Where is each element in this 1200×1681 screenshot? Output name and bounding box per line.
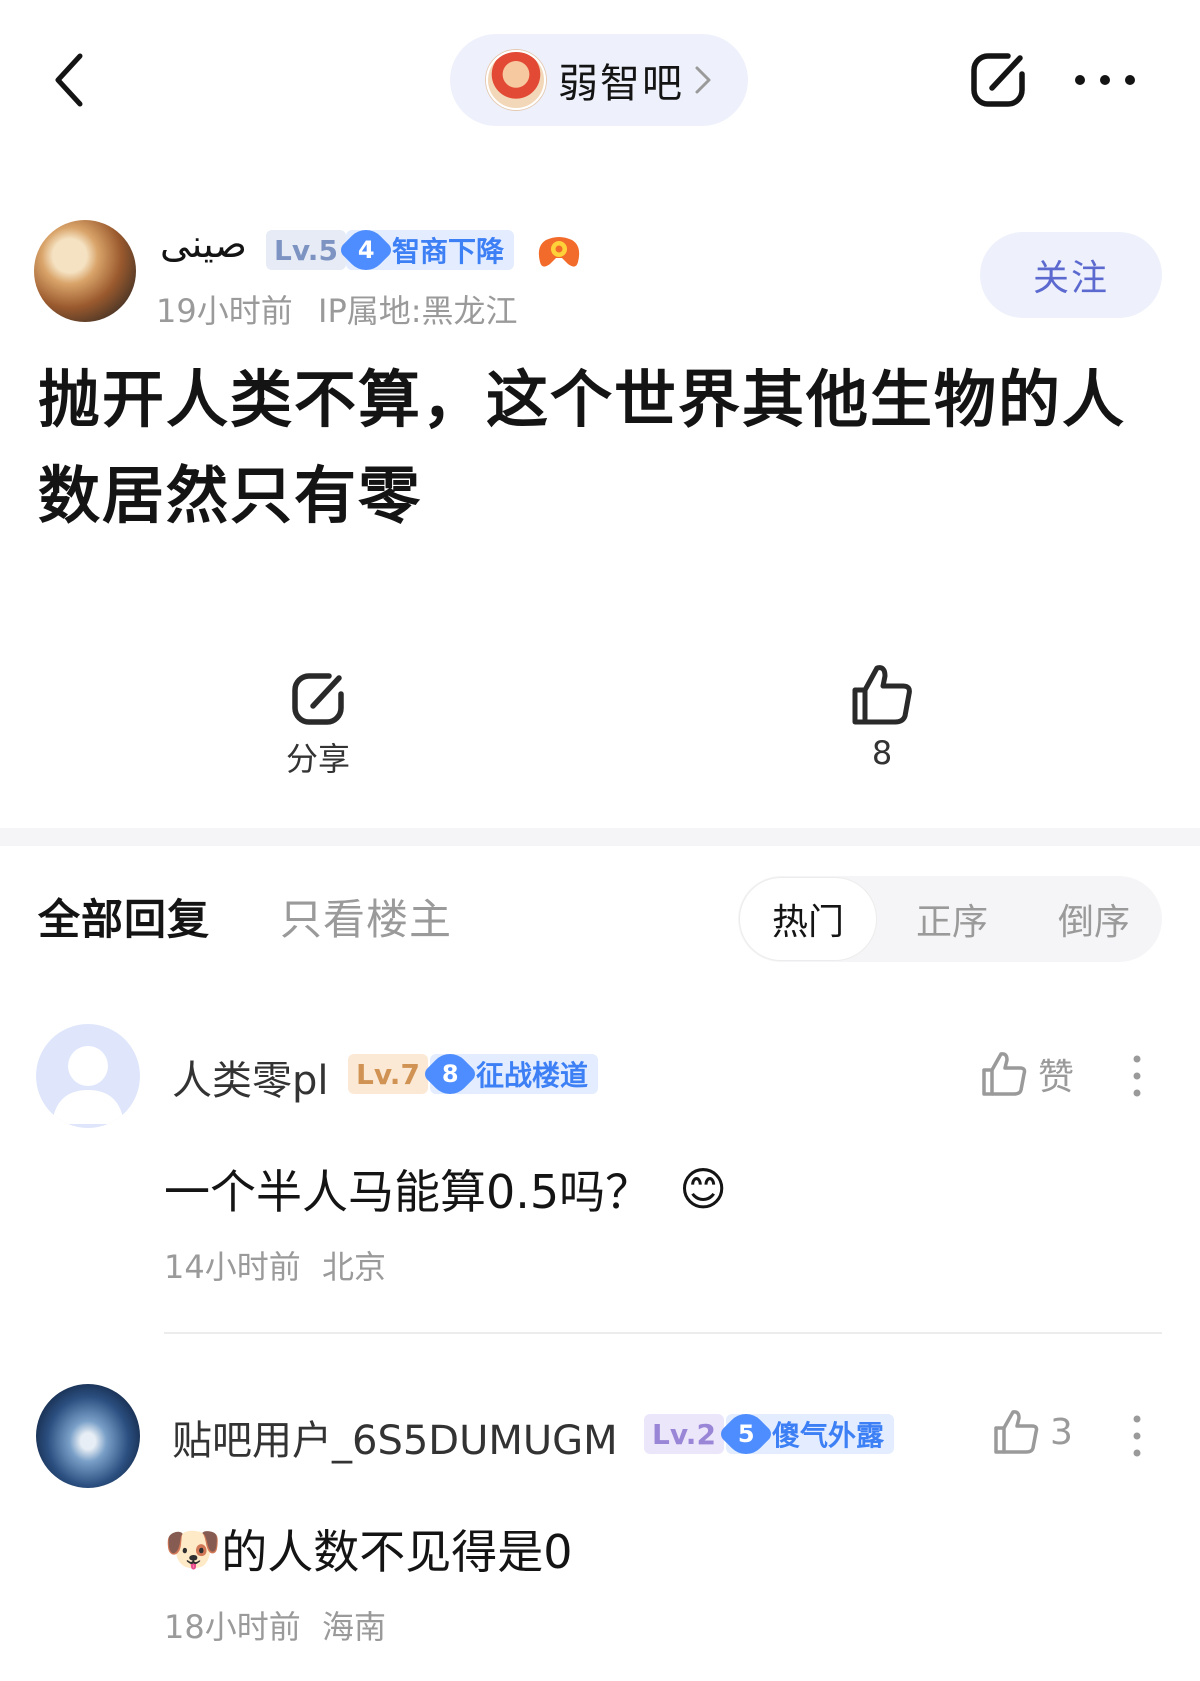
share-button[interactable] <box>968 50 1028 110</box>
more-button[interactable] <box>1072 70 1138 90</box>
thumbs-up-icon <box>982 1052 1027 1096</box>
tab-op-only[interactable]: 只看楼主 <box>280 886 452 947</box>
tab-all-replies[interactable]: 全部回复 <box>38 886 210 947</box>
comment-text: 一个半人马能算0.5吗？ <box>164 1165 652 1219</box>
author-name[interactable]: صينى <box>160 222 247 266</box>
comment-location: 北京 <box>322 1248 387 1286</box>
comment-item <box>36 1024 140 1128</box>
sort-asc[interactable]: 正序 <box>884 878 1020 960</box>
smile-emoji-icon: 😊 <box>679 1162 728 1216</box>
comment-content: 一个半人马能算0.5吗？ 😊 <box>164 1156 727 1222</box>
comment-like-button[interactable]: 赞 <box>980 1048 1074 1100</box>
comment-more-button[interactable] <box>1132 1054 1142 1102</box>
comment-like-button[interactable]: 3 <box>992 1408 1073 1456</box>
game-badge-icon <box>536 232 582 272</box>
like-text: 赞 <box>1038 1057 1075 1098</box>
kebab-icon <box>1133 1415 1141 1457</box>
comment-text: 的人数不见得是0 <box>221 1525 573 1579</box>
more-icon <box>1075 75 1135 85</box>
thumbs-up-icon <box>994 1410 1039 1454</box>
sort-hot[interactable]: 热门 <box>740 878 876 960</box>
share-icon <box>292 673 344 725</box>
thumbs-up-icon <box>852 665 912 725</box>
kebab-icon <box>1133 1055 1141 1097</box>
author-avatar[interactable] <box>34 220 136 322</box>
rank-badge: 4 智商下降 <box>337 221 515 279</box>
comment-time: 14小时前 <box>164 1248 301 1286</box>
dog-emoji-icon: 🐶 <box>164 1521 222 1576</box>
back-icon <box>55 53 83 107</box>
back-button[interactable] <box>48 48 96 112</box>
post-time: 19小时前 <box>156 292 293 330</box>
sort-desc[interactable]: 倒序 <box>1026 878 1162 960</box>
rank-badge: 5 傻气外露 <box>717 1405 895 1463</box>
share-label: 分享 <box>285 740 350 778</box>
like-count: 8 <box>871 734 893 772</box>
rank-title: 傻气外露 <box>772 1419 885 1452</box>
section-divider <box>0 828 1200 846</box>
commenter-name[interactable]: 人类零pl <box>172 1048 329 1106</box>
post-ip: IP属地:黑龙江 <box>318 292 518 330</box>
default-avatar-icon <box>52 1046 124 1124</box>
follow-button[interactable]: 关注 <box>980 232 1162 318</box>
commenter-name[interactable]: 贴吧用户_6S5DUMUGM <box>172 1408 618 1466</box>
rank-title: 智商下降 <box>392 235 505 268</box>
comment-divider <box>164 1332 1162 1334</box>
post-title: 抛开人类不算，这个世界其他生物的人数居然只有零 <box>38 363 1127 532</box>
forum-name: 弱智吧 <box>558 61 684 107</box>
share-icon <box>971 53 1025 107</box>
rank-number: 8 <box>421 1045 479 1103</box>
post-share-action[interactable]: 分享 <box>258 668 378 780</box>
comment-time: 18小时前 <box>164 1608 301 1646</box>
comment-more-button[interactable] <box>1132 1414 1142 1462</box>
chevron-right-icon <box>695 66 711 94</box>
forum-pill[interactable]: 弱智吧 <box>450 34 748 126</box>
forum-avatar <box>486 50 546 110</box>
rank-number: 5 <box>717 1405 775 1463</box>
level-badge: Lv.2 <box>644 1414 724 1454</box>
comment-content: 🐶 的人数不见得是0 <box>164 1516 573 1582</box>
commenter-avatar[interactable] <box>36 1024 140 1128</box>
rank-title: 征战楼道 <box>476 1059 589 1092</box>
post-like-action[interactable]: 8 <box>822 662 942 772</box>
rank-number: 4 <box>337 221 395 279</box>
level-badge: Lv.5 <box>266 230 346 270</box>
like-count: 3 <box>1050 1411 1073 1453</box>
rank-badge: 8 征战楼道 <box>421 1045 599 1103</box>
comment-location: 海南 <box>322 1608 387 1646</box>
commenter-avatar[interactable] <box>36 1384 140 1488</box>
level-badge: Lv.7 <box>348 1054 428 1094</box>
